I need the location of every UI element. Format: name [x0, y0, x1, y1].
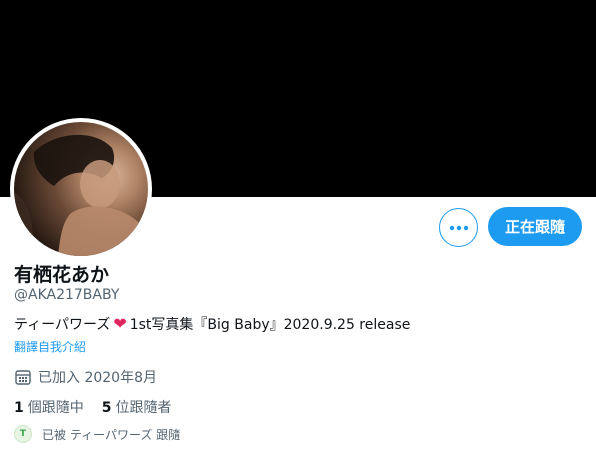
bio-text-start: ティーパワーズ: [14, 317, 111, 333]
follow-stats: 1 個跟隨中 5 位跟隨者: [14, 397, 190, 417]
follower-avatar: T: [14, 425, 32, 443]
more-options-button[interactable]: [439, 208, 478, 247]
avatar-portrait-graphic: [14, 134, 148, 256]
avatar-photo: [14, 122, 148, 256]
following-count: 1: [14, 400, 24, 416]
heart-emoji-icon: ❤: [113, 314, 127, 333]
following-label: 個跟隨中: [27, 400, 84, 416]
join-date: 已加入 2020年8月: [14, 367, 157, 387]
translate-bio-link[interactable]: 翻譯自我介紹: [14, 338, 86, 355]
followers-label: 位跟隨者: [115, 400, 172, 416]
followed-by-row[interactable]: T 已被 ティーパワーズ 跟隨: [14, 425, 180, 443]
followers-stat[interactable]: 5 位跟隨者: [102, 397, 172, 417]
user-handle: @AKA217BABY: [14, 287, 120, 303]
join-date-text: 已加入 2020年8月: [38, 370, 157, 386]
calendar-icon: [15, 370, 31, 385]
display-name: 有栖花あか: [14, 264, 110, 286]
profile-bio: ティーパワーズ ❤ 1st写真集『Big Baby』2020.9.25 rele…: [14, 314, 410, 334]
following-stat[interactable]: 1 個跟隨中: [14, 397, 84, 417]
profile-avatar[interactable]: [10, 118, 152, 260]
followers-count: 5: [101, 400, 112, 416]
ellipsis-icon: [449, 225, 468, 230]
following-button[interactable]: 正在跟隨: [488, 207, 582, 246]
bio-text-end: 1st写真集『Big Baby』2020.9.25 release: [129, 317, 411, 333]
followed-by-text: 已被 ティーパワーズ 跟隨: [42, 427, 181, 442]
